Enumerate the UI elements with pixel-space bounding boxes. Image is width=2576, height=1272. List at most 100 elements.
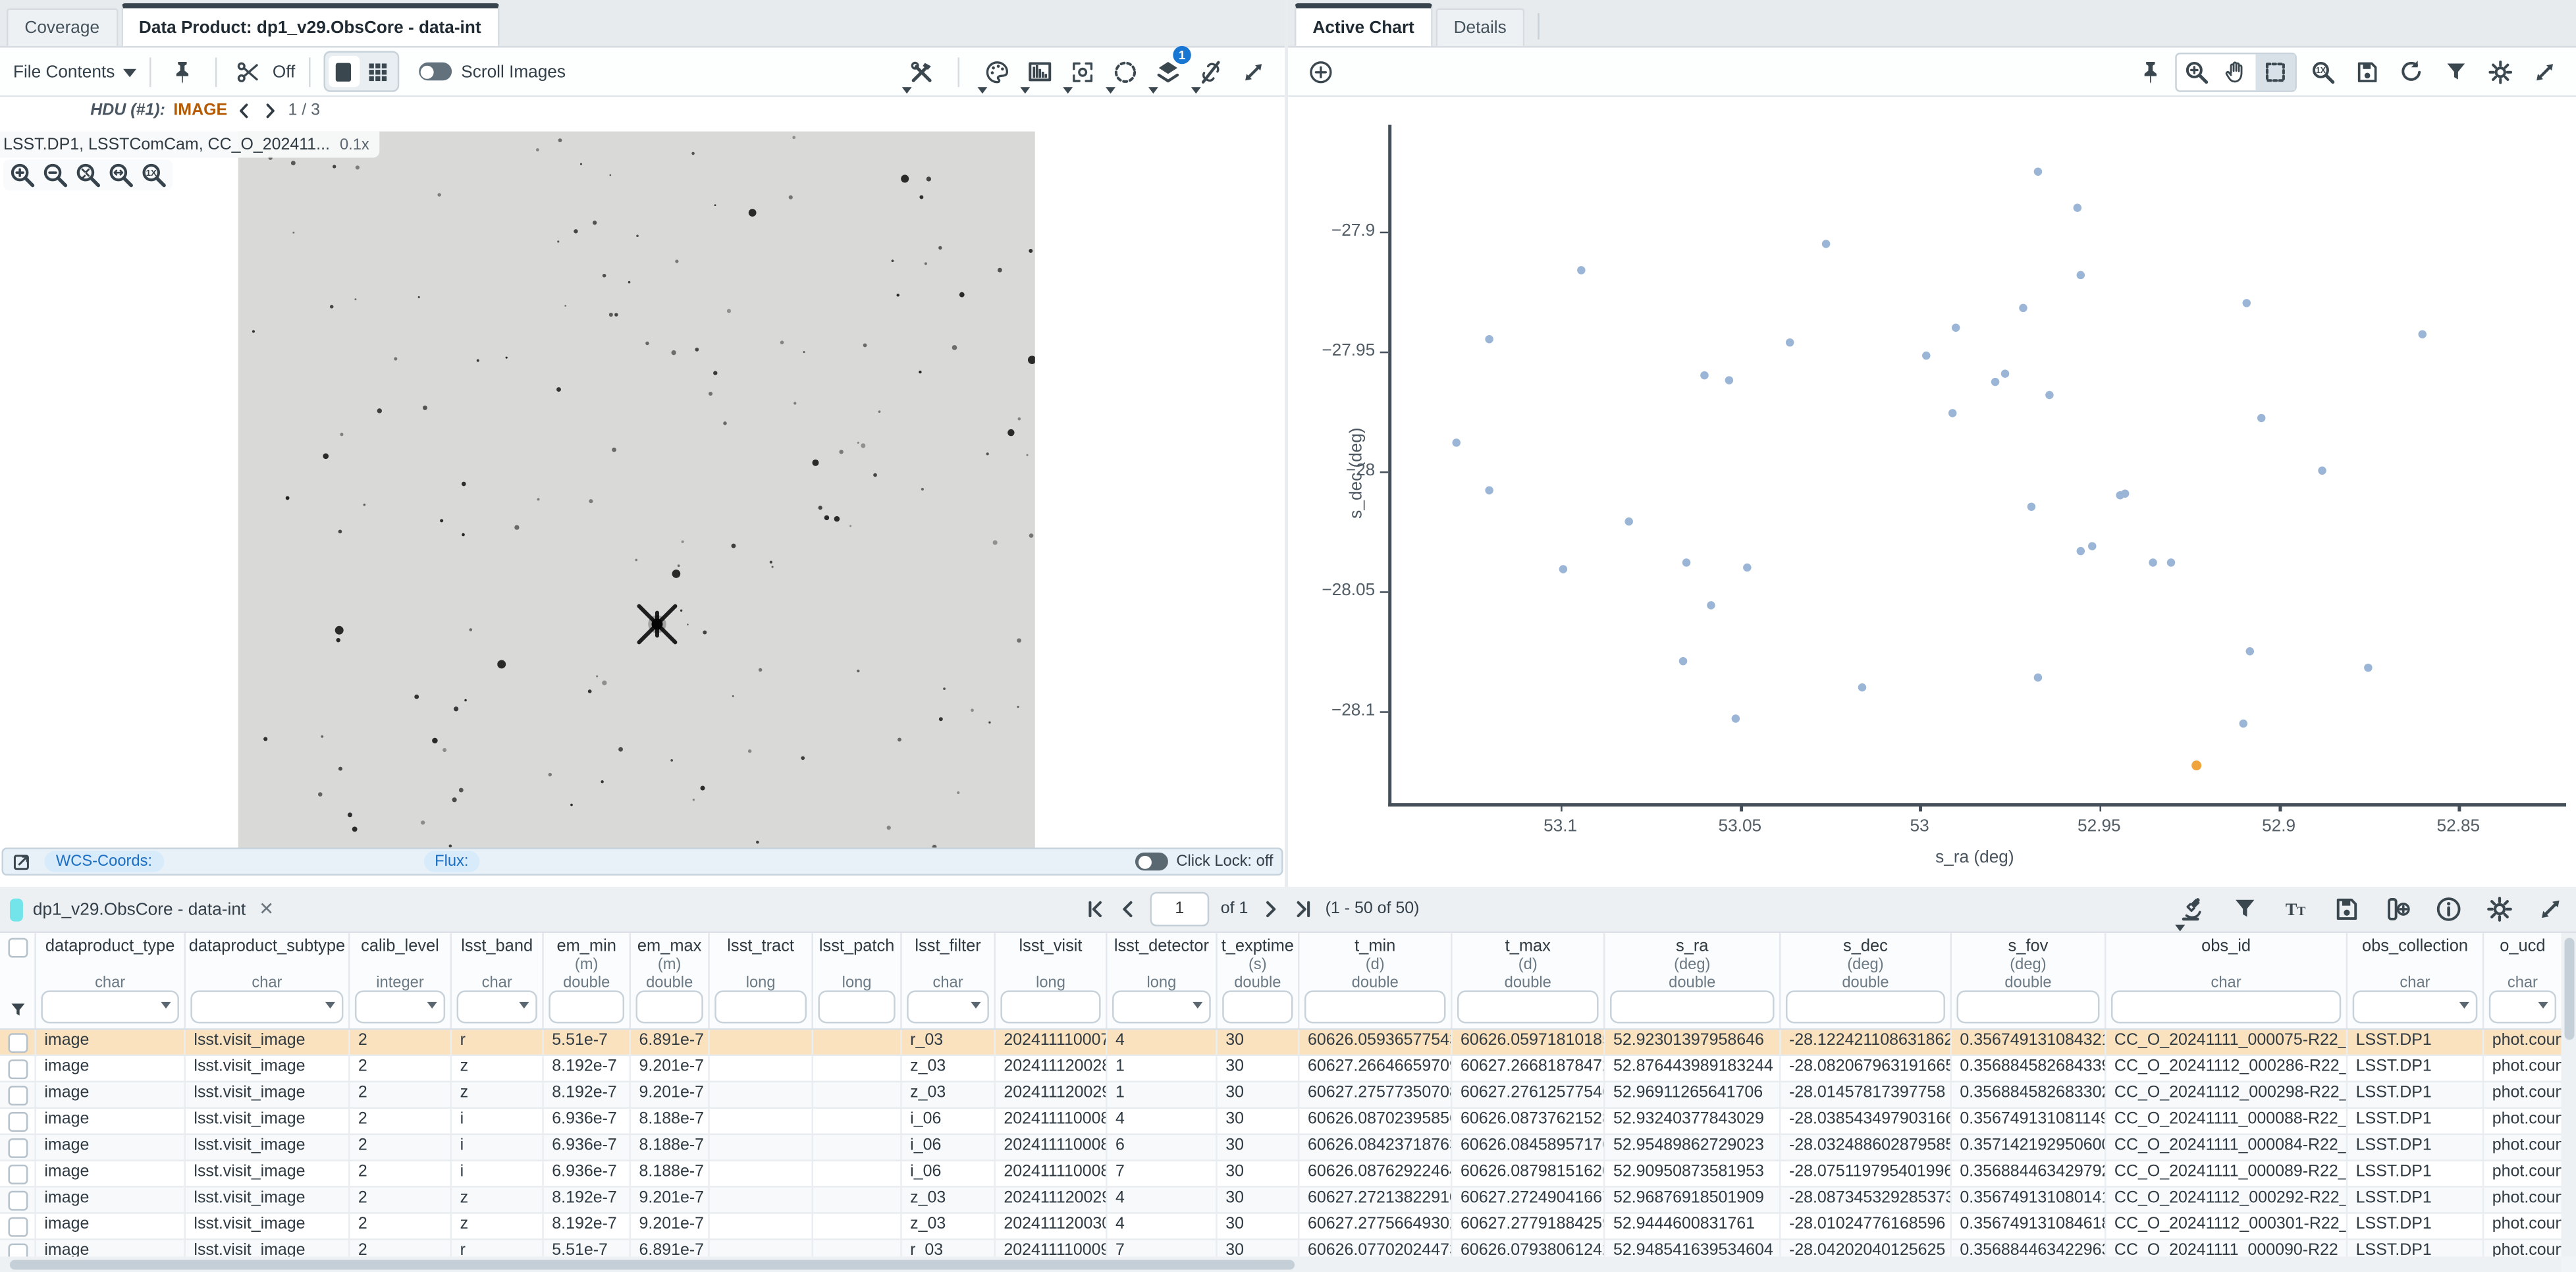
column-header-lsst_patch[interactable]: lsst_patchlong [813,933,902,1028]
table-tab[interactable]: dp1_v29.ObsCore - data-int ✕ [10,897,274,920]
data-point[interactable] [2088,541,2096,549]
table-row[interactable]: imagelsst.visit_image2i6.936e-78.188e-7i… [0,1109,2562,1135]
column-header-calib_level[interactable]: calib_levelinteger [350,933,452,1028]
add-chart-button[interactable] [1301,52,1339,92]
column-filter-input[interactable] [1457,990,1599,1023]
data-point[interactable] [1725,376,1733,384]
data-point[interactable] [1951,323,1959,331]
zoom-in-button[interactable] [2177,53,2216,90]
filter-button[interactable] [2436,52,2474,92]
data-point[interactable] [1732,714,1740,722]
data-point[interactable] [2027,503,2035,511]
horizontal-scrollbar[interactable] [0,1256,2562,1272]
table-row[interactable]: imagelsst.visit_image2i6.936e-78.188e-7i… [0,1135,2562,1161]
table-row[interactable]: imagelsst.visit_image2z8.192e-79.201e-7z… [0,1188,2562,1214]
file-contents-dropdown[interactable]: File Contents [13,62,136,82]
table-row[interactable]: imagelsst.visit_image2z8.192e-79.201e-7z… [0,1056,2562,1082]
text-format-button[interactable]: TT [2277,889,2315,929]
row-checkbox[interactable] [7,1086,27,1105]
zoom-fill-icon[interactable] [107,161,134,189]
scrollbar-thumb[interactable] [10,1259,1295,1269]
save-button[interactable] [2348,52,2385,92]
column-filter-input[interactable] [2353,990,2478,1023]
data-point[interactable] [1948,410,1956,417]
data-point[interactable] [2242,300,2250,307]
data-point[interactable] [2318,467,2326,475]
column-filter-input[interactable] [714,990,807,1023]
tab-coverage[interactable]: Coverage [7,8,117,45]
row-checkbox[interactable] [7,1244,27,1256]
data-point[interactable] [2020,304,2027,312]
chart-plot-area[interactable]: 53.153.055352.9552.952.85−27.9−27.95−28−… [1388,125,2566,807]
row-checkbox[interactable] [7,1217,27,1237]
column-filter-input[interactable] [1112,990,1211,1023]
data-point[interactable] [2246,647,2254,655]
data-point[interactable] [1678,656,1686,664]
column-filter-input[interactable] [190,990,343,1023]
data-point[interactable] [2239,719,2247,727]
data-point[interactable] [2045,390,2053,398]
recenter-button[interactable] [1063,52,1100,92]
rotate-button[interactable] [2392,52,2430,92]
row-checkbox[interactable] [7,1033,27,1053]
row-checkbox[interactable] [7,1138,27,1158]
tab-active-chart[interactable]: Active Chart [1295,3,1432,46]
tab-data-product[interactable]: Data Product: dp1_v29.ObsCore - data-int [121,3,499,46]
data-point[interactable] [1858,683,1866,691]
column-header-o_ucd[interactable]: o_ucdchar [2484,933,2561,1028]
hdu-next-button[interactable] [262,102,280,120]
column-filter-input[interactable] [1000,990,1100,1023]
column-header-t_min[interactable]: t_min(d)double [1299,933,1452,1028]
table-row[interactable]: imagelsst.visit_image2r5.51e-76.891e-7r_… [0,1240,2562,1256]
pin-button[interactable] [2131,52,2168,92]
column-filter-input[interactable] [1610,990,1774,1023]
click-lock-toggle[interactable]: Click Lock: off [1135,853,1273,870]
select-rect-button[interactable] [2255,53,2295,90]
expand-button[interactable] [2532,889,2569,929]
data-point[interactable] [2149,558,2157,566]
flux-label[interactable]: Flux: [423,851,480,872]
microscope-button[interactable] [2175,889,2213,929]
grid-view-button[interactable] [363,56,394,87]
column-header-t_max[interactable]: t_max(d)double [1452,933,1605,1028]
column-filter-input[interactable] [1222,990,1293,1023]
info-button[interactable] [2430,889,2467,929]
data-point[interactable] [2419,331,2427,338]
histogram-button[interactable] [1020,52,1058,92]
column-filter-input[interactable] [1304,990,1446,1023]
data-point[interactable] [2034,674,2042,681]
column-header-obs_id[interactable]: obs_idchar [2106,933,2348,1028]
column-header-obs_collection[interactable]: obs_collectionchar [2348,933,2484,1028]
column-filter-input[interactable] [41,990,179,1023]
data-point[interactable] [2034,167,2042,175]
gear-button[interactable] [2481,889,2518,929]
filter-button[interactable] [2226,889,2264,929]
filter-icon[interactable] [8,1000,28,1020]
column-filter-input[interactable] [355,990,445,1023]
data-point[interactable] [2002,369,2010,377]
column-header-lsst_tract[interactable]: lsst_tractlong [710,933,813,1028]
column-header-s_dec[interactable]: s_dec(deg)double [1781,933,1951,1028]
data-point[interactable] [1624,517,1632,525]
crop-button[interactable] [230,52,267,92]
column-filter-input[interactable] [549,990,624,1023]
fits-image[interactable] [238,132,1035,851]
palette-button[interactable] [977,52,1015,92]
zoom-fit-icon[interactable] [74,161,101,189]
data-point[interactable] [1923,352,1931,360]
column-filter-input[interactable] [2489,990,2556,1023]
page-number-input[interactable] [1150,892,1209,926]
data-point[interactable] [1484,487,1492,494]
column-filter-input[interactable] [2111,990,2341,1023]
data-point[interactable] [2074,203,2081,211]
data-point[interactable] [1560,566,1568,573]
click-lock-switch[interactable] [1135,853,1168,870]
column-header-t_exptime[interactable]: t_exptime(s)double [1218,933,1300,1028]
zoom-in-icon[interactable] [8,161,36,189]
save-button[interactable] [2328,889,2365,929]
expand-button[interactable] [2525,52,2563,92]
scroll-images-toggle[interactable]: Scroll Images [418,62,566,82]
column-filter-input[interactable] [636,990,703,1023]
data-point[interactable] [1743,563,1751,571]
hdu-prev-button[interactable] [236,102,254,120]
